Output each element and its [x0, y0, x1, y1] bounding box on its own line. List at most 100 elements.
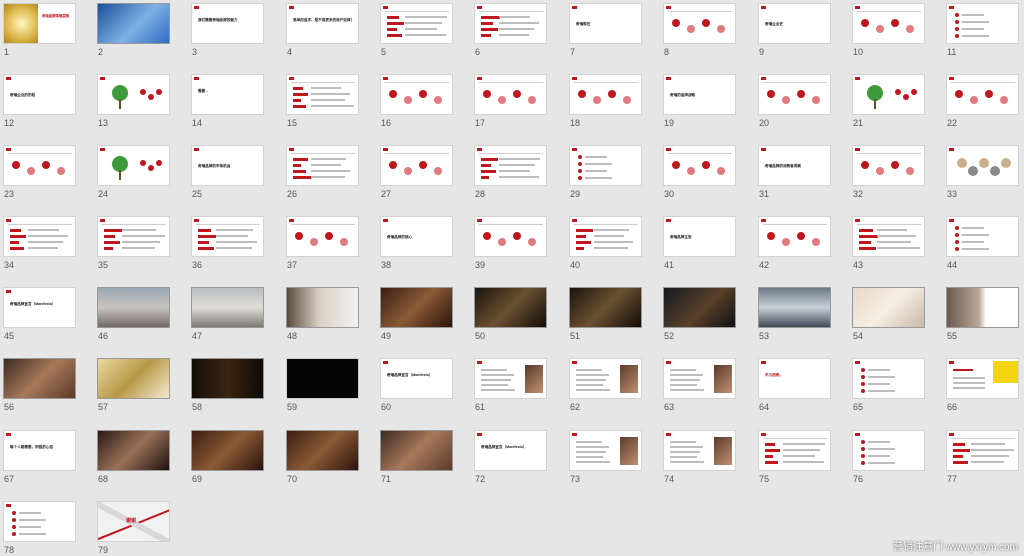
slide-thumbnail-40[interactable] — [569, 216, 642, 257]
slide-thumbnail-23[interactable] — [3, 145, 76, 186]
logo-mark — [666, 361, 671, 364]
logo-mark — [949, 361, 954, 364]
slide-thumbnail-62[interactable] — [569, 358, 642, 399]
slide-thumbnail-33[interactable] — [946, 145, 1019, 186]
slide-thumbnail-1[interactable]: 奇瑞品牌策略提案 — [3, 3, 76, 44]
slide-thumbnail-16[interactable] — [380, 74, 453, 115]
slide-thumbnail-9[interactable]: 奇瑞企业史 — [758, 3, 831, 44]
slide-thumbnail-50[interactable] — [474, 287, 547, 328]
slide-thumbnail-65[interactable] — [852, 358, 925, 399]
slide-number: 65 — [853, 402, 864, 412]
slide-number: 22 — [947, 118, 958, 128]
slide-thumbnail-4[interactable]: 简单的追求，是不是更多的用户选择？ — [286, 3, 359, 44]
slide-title: 每个人都需要，积极的心态 — [10, 445, 54, 449]
slide-thumbnail-76[interactable] — [852, 430, 925, 471]
slide-thumbnail-42[interactable] — [758, 216, 831, 257]
slide-thumbnail-54[interactable] — [852, 287, 925, 328]
slide-thumbnail-68[interactable] — [97, 430, 170, 471]
slide-thumbnail-30[interactable] — [663, 145, 736, 186]
slide-thumbnail-63[interactable] — [663, 358, 736, 399]
slide-thumbnail-29[interactable] — [569, 145, 642, 186]
slide-thumbnail-34[interactable] — [3, 216, 76, 257]
slide-thumbnail-39[interactable] — [474, 216, 547, 257]
slide-thumbnail-48[interactable] — [286, 287, 359, 328]
slide-thumbnail-66[interactable] — [946, 358, 1019, 399]
slide-number: 16 — [381, 118, 392, 128]
slide-number: 77 — [947, 474, 958, 484]
slide-thumbnail-75[interactable] — [758, 430, 831, 471]
slide-thumbnail-51[interactable] — [569, 287, 642, 328]
slide-thumbnail-47[interactable] — [191, 287, 264, 328]
slide-number: 28 — [475, 189, 486, 199]
slide-title: 奇瑞企业史 — [765, 22, 783, 26]
slide-thumbnail-71[interactable] — [380, 430, 453, 471]
slide-thumbnail-35[interactable] — [97, 216, 170, 257]
slide-thumbnail-17[interactable] — [474, 74, 547, 115]
logo-mark — [6, 148, 11, 151]
slide-thumbnail-36[interactable] — [191, 216, 264, 257]
slide-thumbnail-73[interactable] — [569, 430, 642, 471]
slide-number: 73 — [570, 474, 581, 484]
slide-thumbnail-55[interactable] — [946, 287, 1019, 328]
slide-thumbnail-19[interactable]: 奇瑞的品牌战略 — [663, 74, 736, 115]
slide-thumbnail-60[interactable]: 奇瑞品牌宣言（Manifesto） — [380, 358, 453, 399]
slide-thumbnail-57[interactable] — [97, 358, 170, 399]
slide-thumbnail-15[interactable] — [286, 74, 359, 115]
slide-thumbnail-27[interactable] — [380, 145, 453, 186]
slide-thumbnail-24[interactable] — [97, 145, 170, 186]
slide-thumbnail-20[interactable] — [758, 74, 831, 115]
slide-thumbnail-37[interactable] — [286, 216, 359, 257]
slide-thumbnail-6[interactable] — [474, 3, 547, 44]
slide-thumbnail-74[interactable] — [663, 430, 736, 471]
slide-title: 简单的追求，是不是更多的用户选择？ — [293, 18, 355, 22]
slide-thumbnail-22[interactable] — [946, 74, 1019, 115]
slide-thumbnail-25[interactable]: 奇瑞品牌的市场机会 — [191, 145, 264, 186]
slide-thumbnail-41[interactable]: 奇瑞品牌主张 — [663, 216, 736, 257]
slide-thumbnail-18[interactable] — [569, 74, 642, 115]
slide-thumbnail-78[interactable] — [3, 501, 76, 542]
logo-mark — [477, 77, 482, 80]
slide-thumbnail-26[interactable] — [286, 145, 359, 186]
slide-thumbnail-45[interactable]: 奇瑞品牌宣言（Manifesto） — [3, 287, 76, 328]
slide-thumbnail-43[interactable] — [852, 216, 925, 257]
slide-thumbnail-58[interactable] — [191, 358, 264, 399]
slide-thumbnail-69[interactable] — [191, 430, 264, 471]
slide-thumbnail-49[interactable] — [380, 287, 453, 328]
slide-thumbnail-14[interactable]: 需要... — [191, 74, 264, 115]
slide-thumbnail-2[interactable] — [97, 3, 170, 44]
slide-thumbnail-38[interactable]: 奇瑞品牌的核心 — [380, 216, 453, 257]
slide-thumbnail-61[interactable] — [474, 358, 547, 399]
slide-thumbnail-10[interactable] — [852, 3, 925, 44]
logo-mark — [6, 433, 11, 436]
slide-thumbnail-28[interactable] — [474, 145, 547, 186]
slide-thumbnail-11[interactable] — [946, 3, 1019, 44]
slide-thumbnail-46[interactable] — [97, 287, 170, 328]
slide-thumbnail-32[interactable] — [852, 145, 925, 186]
logo-mark — [949, 148, 954, 151]
logo-mark — [100, 148, 105, 151]
slide-thumbnail-56[interactable] — [3, 358, 76, 399]
slide-thumbnail-5[interactable] — [380, 3, 453, 44]
slide-thumbnail-53[interactable] — [758, 287, 831, 328]
slide-thumbnail-31[interactable]: 奇瑞品牌的消费者洞察 — [758, 145, 831, 186]
slide-thumbnail-59[interactable] — [286, 358, 359, 399]
slide-thumbnail-7[interactable]: 奇瑞现在 — [569, 3, 642, 44]
slide-thumbnail-79[interactable]: 谢谢 — [97, 501, 170, 542]
slide-thumbnail-8[interactable] — [663, 3, 736, 44]
slide-title: 奇瑞品牌宣言（Manifesto） — [10, 302, 56, 306]
logo-mark — [289, 77, 294, 80]
slide-thumbnail-3[interactable]: 我们需要奇瑞品牌的魅力 — [191, 3, 264, 44]
slide-number: 39 — [475, 260, 486, 270]
slide-number: 64 — [759, 402, 770, 412]
slide-thumbnail-44[interactable] — [946, 216, 1019, 257]
slide-thumbnail-64[interactable]: 平凡而奇。 — [758, 358, 831, 399]
slide-thumbnail-12[interactable]: 奇瑞企业的历程 — [3, 74, 76, 115]
slide-thumbnail-52[interactable] — [663, 287, 736, 328]
slide-thumbnail-72[interactable]: 奇瑞品牌宣言（Manifesto） — [474, 430, 547, 471]
slide-thumbnail-21[interactable] — [852, 74, 925, 115]
slide-thumbnail-67[interactable]: 每个人都需要，积极的心态 — [3, 430, 76, 471]
slide-thumbnail-13[interactable] — [97, 74, 170, 115]
slide-thumbnail-77[interactable] — [946, 430, 1019, 471]
slide-thumbnail-70[interactable] — [286, 430, 359, 471]
slide-number: 17 — [475, 118, 486, 128]
